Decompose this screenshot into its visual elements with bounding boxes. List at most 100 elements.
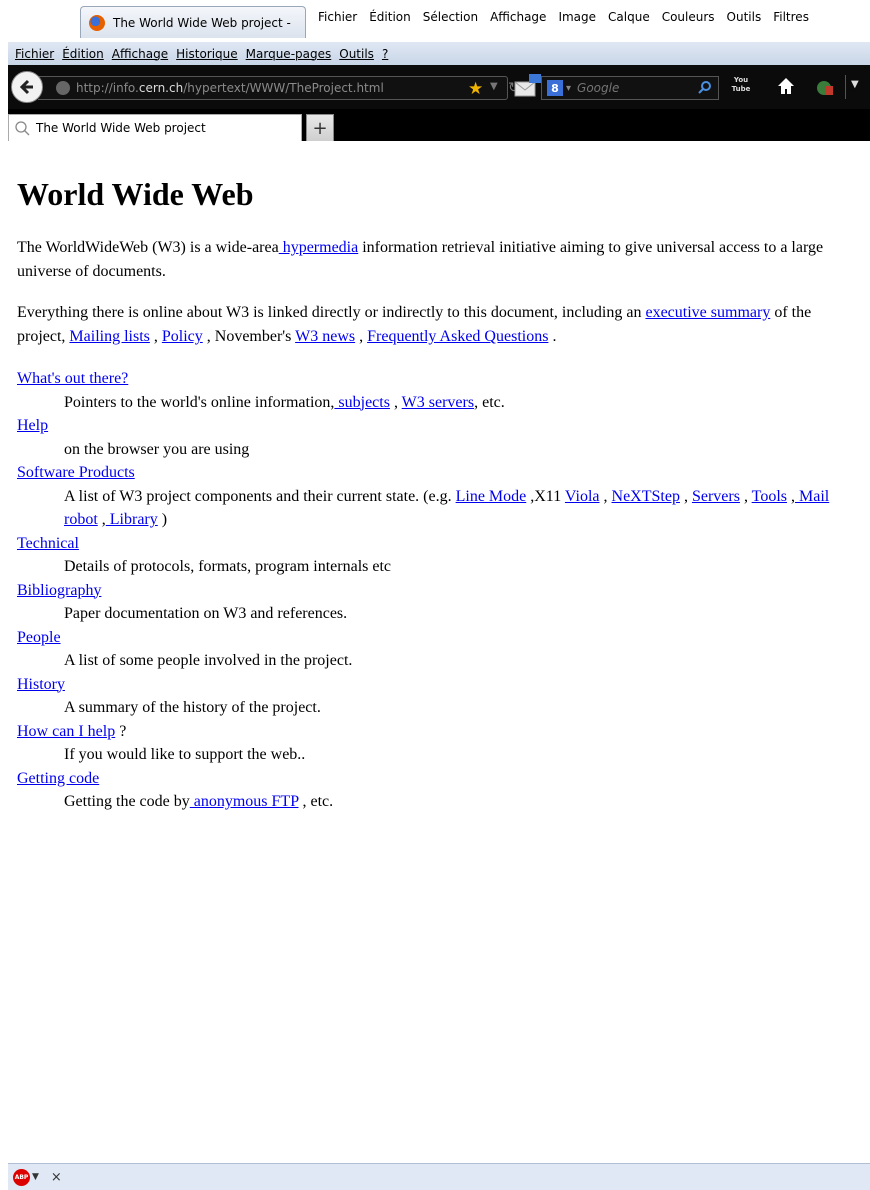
url-prefix: http://info.	[76, 81, 139, 95]
menu-help[interactable]: ?	[382, 47, 388, 61]
desc-bibliography: Paper documentation on W3 and references…	[64, 605, 348, 622]
desc-text: Getting the code by	[64, 793, 190, 810]
tab-bar: The World Wide Web project +	[8, 109, 870, 141]
link-help[interactable]: Help	[17, 414, 852, 438]
link-people[interactable]: People	[17, 626, 852, 650]
youtube-label-top: You	[733, 76, 749, 84]
firefox-taskbar-tab[interactable]: The World Wide Web project -	[80, 6, 306, 38]
term-how-can-i-help: How can I help ?	[17, 720, 852, 744]
desc-text: )	[157, 511, 168, 528]
menu-affichage[interactable]: Affichage	[112, 47, 168, 61]
firefox-window: Fichier Édition Affichage Historique Mar…	[8, 42, 870, 1190]
menu-historique[interactable]: Historique	[176, 47, 238, 61]
gimp-menu-outils[interactable]: Outils	[727, 10, 762, 24]
url-dropmarker-icon[interactable]: ▼	[490, 81, 498, 92]
gimp-menu-image[interactable]: Image	[558, 10, 596, 24]
menu-edition[interactable]: Édition	[62, 47, 104, 61]
link-line-mode[interactable]: Line Mode	[456, 488, 527, 505]
link-faq[interactable]: Frequently Asked Questions	[367, 328, 548, 345]
link-executive-summary[interactable]: executive summary	[645, 304, 770, 321]
addon-icon[interactable]	[813, 77, 835, 97]
desc-text: , etc.	[298, 793, 334, 810]
search-box[interactable]: 8 ▾	[541, 76, 719, 100]
desc-software-products: A list of W3 project components and thei…	[17, 485, 852, 532]
url-bar[interactable]: http://info.cern.ch/hypertext/WWW/ThePro…	[38, 76, 520, 100]
firefox-icon	[89, 14, 105, 31]
link-subjects[interactable]: subjects	[334, 394, 390, 411]
desc-text: ,	[97, 511, 106, 528]
gimp-menubar: Fichier Édition Sélection Affichage Imag…	[318, 6, 821, 28]
url-text[interactable]: http://info.cern.ch/hypertext/WWW/ThePro…	[76, 81, 384, 95]
gimp-menu-calque[interactable]: Calque	[608, 10, 650, 24]
desc-help: on the browser you are using	[64, 440, 250, 458]
overview-text-1: Everything there is online about W3 is l…	[17, 304, 646, 321]
search-engine-dropdown-icon[interactable]: ▾	[566, 83, 571, 94]
loading-page-icon	[15, 121, 30, 136]
link-technical[interactable]: Technical	[17, 532, 852, 556]
desc-history: A summary of the history of the project.	[64, 699, 321, 716]
link-servers[interactable]: Servers	[692, 488, 740, 505]
mail-icon[interactable]	[513, 72, 543, 100]
link-how-can-i-help[interactable]: How can I help	[17, 723, 115, 740]
desc-text: ,X11	[526, 487, 565, 505]
menu-outils[interactable]: Outils	[339, 47, 374, 61]
link-mailing-lists[interactable]: Mailing lists	[69, 328, 149, 345]
link-policy[interactable]: Policy	[162, 328, 203, 345]
link-anonymous-ftp[interactable]: anonymous FTP	[190, 793, 299, 810]
link-w3-news[interactable]: W3 news	[295, 328, 355, 345]
desc-people: A list of some people involved in the pr…	[64, 652, 353, 669]
link-bibliography[interactable]: Bibliography	[17, 579, 852, 603]
desc-getting-code: Getting the code by anonymous FTP , etc.	[17, 790, 852, 814]
link-nextstep[interactable]: NeXTStep	[612, 488, 680, 505]
link-library[interactable]: Library	[106, 511, 158, 528]
gimp-menu-couleurs[interactable]: Couleurs	[662, 10, 715, 24]
adblock-dropdown-icon[interactable]: ▼	[32, 1172, 39, 1182]
menubar: Fichier Édition Affichage Historique Mar…	[8, 42, 870, 65]
intro-text: The WorldWideWeb (W3) is a wide-area	[17, 239, 279, 256]
site-identity-icon[interactable]	[56, 81, 70, 95]
addon-bar: ABP ▼ ×	[8, 1163, 870, 1190]
link-history[interactable]: History	[17, 673, 852, 697]
link-whats-out-there[interactable]: What's out there?	[17, 367, 852, 391]
gimp-menu-affichage[interactable]: Affichage	[490, 10, 546, 24]
link-software-products[interactable]: Software Products	[17, 461, 852, 485]
desc-text: ,	[679, 487, 692, 505]
back-button[interactable]	[11, 71, 43, 103]
topic-list: What's out there? Pointers to the world'…	[17, 367, 852, 814]
menu-fichier[interactable]: Fichier	[15, 47, 54, 61]
link-w3-servers[interactable]: W3 servers	[402, 394, 474, 411]
intro-paragraph: The WorldWideWeb (W3) is a wide-area hyp…	[17, 236, 852, 284]
link-getting-code[interactable]: Getting code	[17, 767, 852, 791]
page-content: World Wide Web The WorldWideWeb (W3) is …	[8, 141, 870, 1163]
toolbar-menu-arrow-icon[interactable]: ▼	[851, 79, 859, 90]
url-path: /hypertext/WWW/TheProject.html	[183, 81, 384, 95]
desc-text: ,	[389, 393, 402, 411]
overview-text-5: ,	[355, 328, 368, 345]
gimp-menu-fichier[interactable]: Fichier	[318, 10, 357, 24]
adblock-plus-icon[interactable]: ABP	[13, 1168, 30, 1186]
bookmark-star-icon[interactable]: ★	[468, 79, 483, 99]
desc-text: ,	[786, 487, 795, 505]
desc-text: , etc.	[474, 393, 505, 411]
tab-world-wide-web-project[interactable]: The World Wide Web project	[8, 114, 302, 141]
close-addon-bar-icon[interactable]: ×	[51, 1170, 62, 1185]
link-hypermedia[interactable]: hypermedia	[279, 239, 359, 256]
tab-label: The World Wide Web project	[36, 121, 206, 135]
link-tools[interactable]: Tools	[752, 488, 787, 505]
link-viola[interactable]: Viola	[565, 488, 600, 505]
desc-whats-out-there: Pointers to the world's online informati…	[17, 391, 852, 415]
youtube-button[interactable]: You Tube	[731, 76, 751, 98]
gimp-menu-filtres[interactable]: Filtres	[773, 10, 809, 24]
home-icon[interactable]	[776, 75, 796, 97]
google-engine-icon[interactable]: 8	[547, 80, 563, 96]
search-input[interactable]	[575, 80, 680, 96]
overview-text-3: ,	[149, 328, 162, 345]
firefox-taskbar-tab-label: The World Wide Web project -	[113, 15, 291, 30]
term-suffix: ?	[115, 722, 127, 740]
search-icon[interactable]	[698, 80, 712, 94]
desc-text: A list of W3 project components and thei…	[64, 487, 456, 505]
new-tab-button[interactable]: +	[306, 114, 334, 141]
menu-marque-pages[interactable]: Marque-pages	[246, 47, 332, 61]
gimp-menu-selection[interactable]: Sélection	[423, 10, 478, 24]
gimp-menu-edition[interactable]: Édition	[369, 10, 411, 24]
